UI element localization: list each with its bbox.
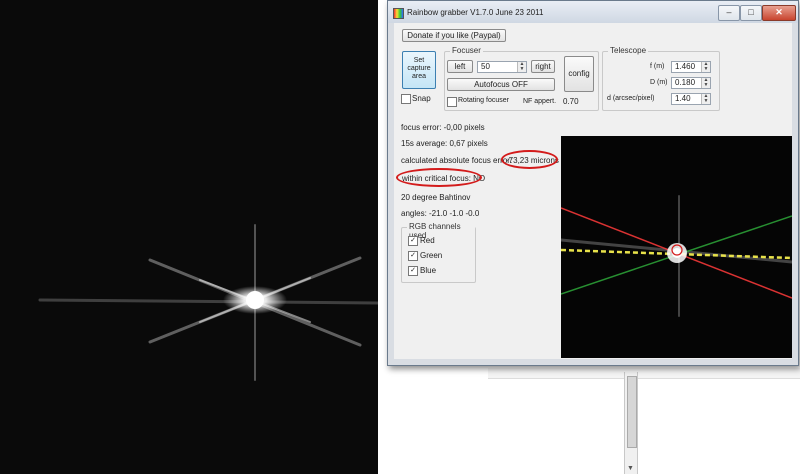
focus-error-highlight-oval <box>501 150 558 169</box>
scroll-down-arrow-icon[interactable]: ▼ <box>627 465 634 472</box>
snap-checkbox[interactable] <box>401 94 411 104</box>
focus-error-text: focus error: -0,00 pixels <box>401 123 485 132</box>
config-button[interactable]: config <box>564 56 594 92</box>
rotating-focuser-checkbox[interactable] <box>447 97 457 107</box>
set-capture-area-button[interactable]: Set capture area <box>402 51 436 89</box>
pixel-scale-input[interactable]: 1.40 ▲ ▼ <box>671 93 711 105</box>
rotating-focuser-label: Rotating focuser <box>458 97 509 104</box>
bahtinov-star-image <box>0 0 378 474</box>
aperture-label: D (m) <box>650 79 668 86</box>
focus-step-value: 50 <box>481 62 490 71</box>
background-scrollbar[interactable]: ▼ <box>624 372 638 474</box>
average-text: 15s average: 0,67 pixels <box>401 139 488 148</box>
rainbow-grabber-window: Rainbow grabber V1.7.0 June 23 2011 – □ … <box>387 0 799 366</box>
focal-length-value: 1.460 <box>675 62 696 71</box>
analysis-preview-image <box>561 136 792 358</box>
red-channel-checkbox[interactable]: ✓ <box>408 236 418 246</box>
bahtinov-analysis-overlay <box>561 195 792 317</box>
title-bar[interactable]: Rainbow grabber V1.7.0 June 23 2011 – □ … <box>388 1 798 23</box>
focal-length-spinner[interactable]: ▲ ▼ <box>701 62 710 72</box>
aperture-value: 0.180 <box>675 78 696 87</box>
spin-down-icon[interactable]: ▼ <box>704 98 709 104</box>
blue-channel-label: Blue <box>420 266 437 275</box>
pixel-scale-spinner[interactable]: ▲ ▼ <box>701 94 710 104</box>
nf-appert-label: NF appert. <box>523 98 557 105</box>
focus-step-spinner[interactable]: ▲ ▼ <box>517 62 526 72</box>
close-button[interactable]: ✕ <box>762 5 796 21</box>
app-icon <box>393 8 404 19</box>
nf-appert-value: 0.70 <box>563 97 579 106</box>
snap-label: Snap <box>412 94 431 103</box>
window-client-area: Donate if you like (Paypal) Set capture … <box>394 23 792 359</box>
blue-channel-checkbox[interactable]: ✓ <box>408 266 418 276</box>
focal-length-input[interactable]: 1.460 ▲ ▼ <box>671 61 711 73</box>
pixel-scale-label: d (arcsec/pixel) <box>607 95 655 102</box>
bahtinov-text: 20 degree Bahtinov <box>401 193 471 202</box>
aperture-input[interactable]: 0.180 ▲ ▼ <box>671 77 711 89</box>
autofocus-button[interactable]: Autofocus OFF <box>447 78 555 91</box>
background-window-strip <box>488 368 800 379</box>
focal-length-label: f (m) <box>650 63 665 70</box>
scrollbar-thumb[interactable] <box>627 376 637 448</box>
green-channel-label: Green <box>420 251 443 260</box>
absolute-focus-error-label: calculated absolute focus error: <box>401 156 513 165</box>
star-diffraction-spikes <box>38 224 378 381</box>
focuser-group-title: Focuser <box>450 46 483 55</box>
focus-step-input[interactable]: 50 ▲ ▼ <box>477 61 527 73</box>
focus-right-button[interactable]: right <box>531 60 555 73</box>
spin-down-icon[interactable]: ▼ <box>704 82 709 88</box>
window-title: Rainbow grabber V1.7.0 June 23 2011 <box>407 8 544 17</box>
red-channel-label: Red <box>420 236 435 245</box>
pixel-scale-value: 1.40 <box>675 94 691 103</box>
minimize-button[interactable]: – <box>718 5 740 21</box>
focus-left-button[interactable]: left <box>447 60 473 73</box>
critical-focus-highlight-oval <box>396 168 482 187</box>
spin-down-icon[interactable]: ▼ <box>520 66 525 72</box>
aperture-spinner[interactable]: ▲ ▼ <box>701 78 710 88</box>
maximize-button[interactable]: □ <box>740 5 762 21</box>
telescope-group-title: Telescope <box>608 46 649 55</box>
green-channel-checkbox[interactable]: ✓ <box>408 251 418 261</box>
spin-down-icon[interactable]: ▼ <box>704 66 709 72</box>
donate-button[interactable]: Donate if you like (Paypal) <box>402 29 506 42</box>
angles-text: angles: -21.0 -1.0 -0.0 <box>401 209 480 218</box>
